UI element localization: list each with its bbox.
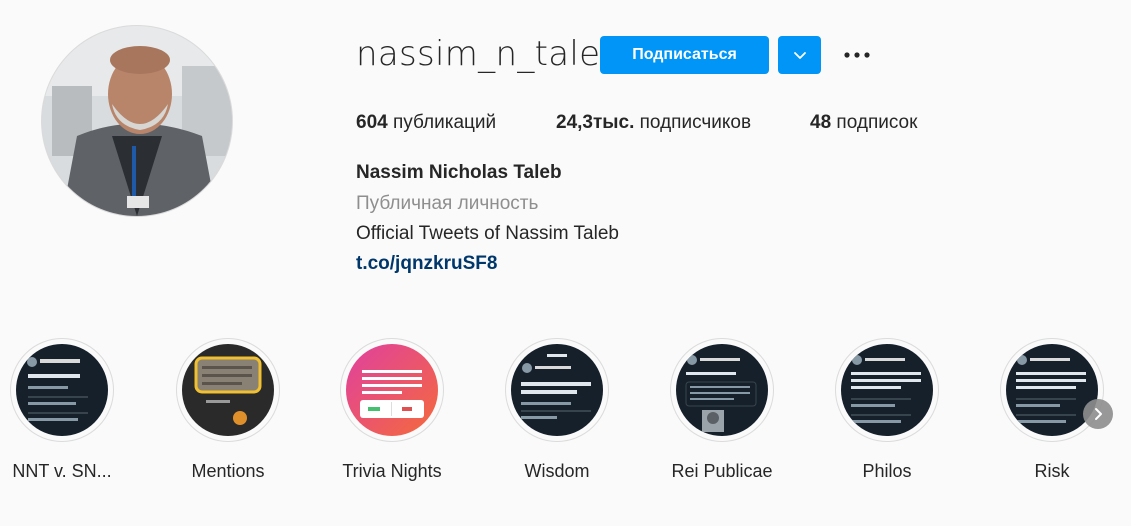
chevron-right-icon xyxy=(1095,408,1102,420)
highlight-item[interactable]: NNT v. SN... xyxy=(0,338,132,482)
highlight-label: Rei Publicae xyxy=(671,461,773,481)
profile-category: Публичная личность xyxy=(356,193,539,214)
highlight-cover xyxy=(841,344,933,436)
highlight-item[interactable]: Rei Publicae xyxy=(652,338,792,482)
profile-username: nassim_n_taleb xyxy=(356,34,623,74)
profile-avatar[interactable] xyxy=(42,26,232,216)
following-stat[interactable]: 48 подписок xyxy=(810,112,917,134)
highlight-item[interactable]: Mentions xyxy=(158,338,298,482)
highlight-cover-ring xyxy=(176,338,280,442)
highlight-cover xyxy=(346,344,438,436)
highlight-cover-ring xyxy=(670,338,774,442)
tweet-thumbnail xyxy=(1006,344,1098,436)
profile-bio: Official Tweets of Nassim Taleb xyxy=(356,223,619,244)
highlight-cover-ring xyxy=(10,338,114,442)
tweet-thumbnail xyxy=(841,344,933,436)
mentions-thumbnail xyxy=(182,344,274,436)
highlight-label: Wisdom xyxy=(524,461,590,481)
highlight-cover-ring xyxy=(340,338,444,442)
highlight-cover-ring xyxy=(1000,338,1104,442)
highlights-next-button[interactable] xyxy=(1083,399,1113,429)
following-label: подписок xyxy=(836,112,918,133)
highlight-label: Trivia Nights xyxy=(342,461,442,481)
highlight-cover xyxy=(16,344,108,436)
tweet-thumbnail xyxy=(676,344,768,436)
poll-thumbnail xyxy=(346,344,438,436)
highlight-label: Philos xyxy=(862,461,912,481)
follow-button[interactable]: Подписаться xyxy=(600,36,769,74)
followers-stat[interactable]: 24,3тыс. подписчиков xyxy=(556,112,751,134)
highlight-item[interactable]: Philos xyxy=(817,338,957,482)
tweet-thumbnail xyxy=(511,344,603,436)
tweet-thumbnail xyxy=(16,344,108,436)
posts-stat: 604 публикаций xyxy=(356,112,496,134)
highlight-cover-ring xyxy=(505,338,609,442)
avatar-image xyxy=(42,26,232,216)
profile-full-name: Nassim Nicholas Taleb xyxy=(356,162,562,183)
highlight-cover xyxy=(676,344,768,436)
posts-count: 604 xyxy=(356,112,388,133)
suggested-accounts-button[interactable] xyxy=(778,36,821,74)
highlight-label: Risk xyxy=(1034,461,1070,481)
highlight-cover xyxy=(511,344,603,436)
highlight-item[interactable]: Wisdom xyxy=(487,338,627,482)
followers-label: подписчиков xyxy=(639,112,752,133)
highlight-cover-ring xyxy=(835,338,939,442)
more-options-button[interactable] xyxy=(840,42,874,68)
highlight-cover xyxy=(182,344,274,436)
chevron-down-icon xyxy=(793,52,806,59)
highlight-label: Mentions xyxy=(191,461,265,481)
highlight-item[interactable]: Trivia Nights xyxy=(322,338,462,482)
more-horizontal-icon xyxy=(844,52,870,58)
posts-label: публикаций xyxy=(392,112,497,133)
profile-link[interactable]: t.co/jqnzkruSF8 xyxy=(356,253,497,275)
followers-count: 24,3тыс. xyxy=(556,112,635,133)
highlight-cover xyxy=(1006,344,1098,436)
following-count: 48 xyxy=(810,112,832,133)
highlight-label: NNT v. SN... xyxy=(12,461,112,481)
